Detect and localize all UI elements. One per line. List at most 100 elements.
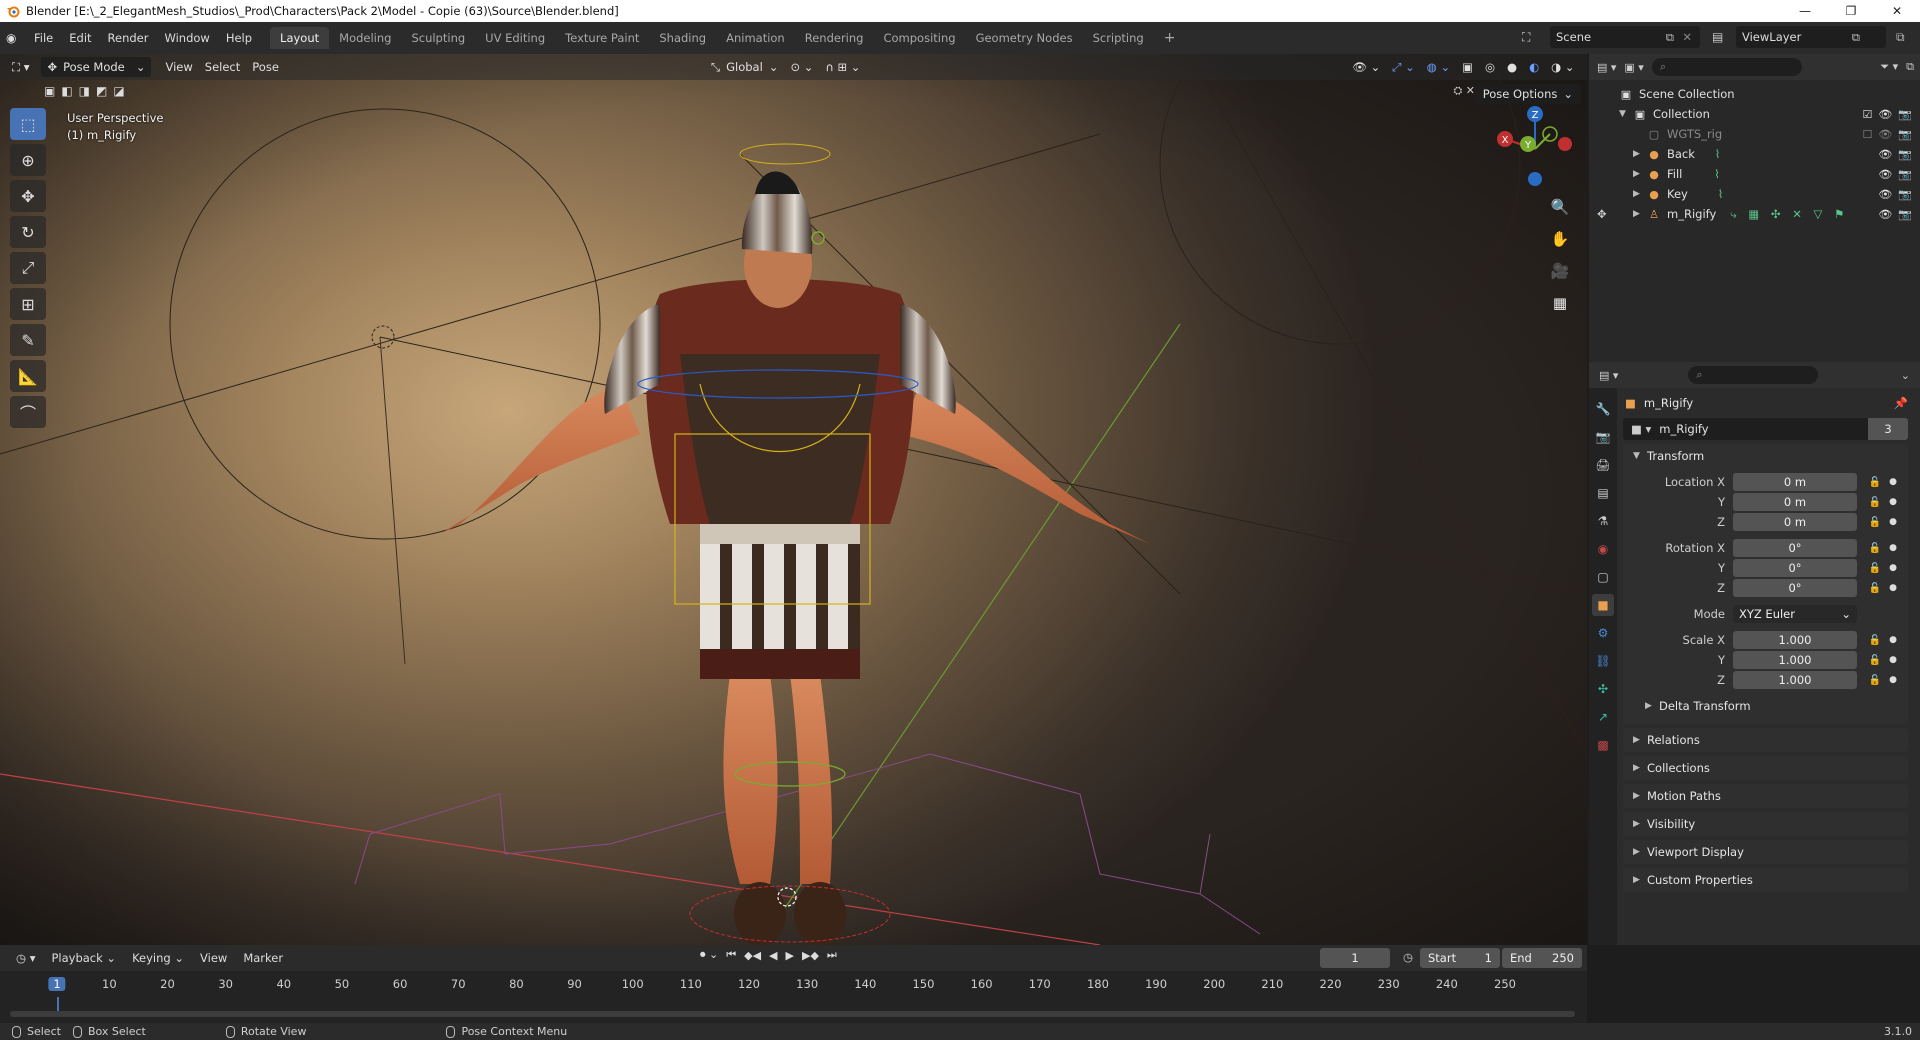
tab-rendering[interactable]: Rendering: [795, 27, 874, 49]
outliner-row-fill[interactable]: ▶ ● Fill ⌇ 👁 📷: [1589, 164, 1920, 184]
new-collection-icon[interactable]: ⧉: [1906, 60, 1914, 74]
checkbox-icon[interactable]: ☑: [1862, 108, 1872, 121]
keyframe-dot-icon[interactable]: ●: [1887, 543, 1899, 553]
pivot-icon[interactable]: ⊙ ⌄: [784, 57, 819, 77]
outliner-row-wgts-rig[interactable]: ▢ WGTS_rig ☐ 👁 📷: [1589, 124, 1920, 144]
measure-tool-icon[interactable]: 📐: [10, 360, 46, 392]
select-tool-icon[interactable]: ⬚: [10, 108, 46, 140]
next-keyframe-icon[interactable]: ▶◆: [802, 949, 819, 962]
new-view-layer-icon[interactable]: ⧉: [1852, 30, 1860, 45]
lock-icon[interactable]: 🔓: [1863, 635, 1887, 646]
tab-texture-paint[interactable]: Texture Paint: [555, 27, 649, 49]
menu-marker[interactable]: Marker: [235, 951, 291, 965]
transform-panel-header[interactable]: ▼ Transform: [1623, 444, 1908, 468]
xray-icon[interactable]: ▣: [1456, 57, 1479, 77]
location-z-field[interactable]: 0 m: [1733, 513, 1857, 531]
menu-view[interactable]: View: [159, 57, 198, 77]
play-icon[interactable]: ▶: [786, 949, 794, 962]
keyframe-dot-icon[interactable]: ●: [1887, 635, 1899, 645]
constraint-tab-icon[interactable]: ⛓: [1592, 650, 1614, 672]
camera-icon[interactable]: 📷: [1898, 128, 1912, 141]
visibility-icon[interactable]: 👁 ⌄: [1346, 57, 1386, 77]
checkbox-icon[interactable]: ☐: [1862, 128, 1872, 141]
tab-compositing[interactable]: Compositing: [873, 27, 965, 49]
camera-icon[interactable]: 🎥: [1547, 258, 1573, 284]
menu-window[interactable]: Window: [156, 31, 217, 45]
rotation-mode-select[interactable]: XYZ Euler ⌄: [1733, 605, 1857, 623]
outliner-row-back[interactable]: ▶ ● Back ⌇ 👁 📷: [1589, 144, 1920, 164]
view-layer-selector[interactable]: ViewLayer ⧉: [1736, 26, 1886, 48]
expand-arrow-icon[interactable]: ▶: [1633, 169, 1647, 179]
display-mode-icon[interactable]: ▣ ▾: [1624, 61, 1643, 74]
tab-modeling[interactable]: Modeling: [329, 27, 401, 49]
object-tab-icon[interactable]: ■: [1592, 594, 1614, 616]
tab-animation[interactable]: Animation: [716, 27, 795, 49]
delete-scene-icon[interactable]: ✕: [1682, 30, 1692, 44]
relax-tool-icon[interactable]: ⌒: [10, 396, 46, 428]
lock-icon[interactable]: 🔓: [1863, 675, 1887, 686]
menu-pose[interactable]: Pose: [246, 57, 285, 77]
menu-timeline-view[interactable]: View: [192, 951, 235, 965]
lock-icon[interactable]: 🔓: [1863, 497, 1887, 508]
location-y-field[interactable]: 0 m: [1733, 493, 1857, 511]
camera-icon[interactable]: 📷: [1898, 208, 1912, 221]
minimize-button[interactable]: —: [1782, 0, 1828, 22]
rotation-z-field[interactable]: 0°: [1733, 579, 1857, 597]
end-frame-field[interactable]: End 250: [1502, 948, 1582, 968]
chevron-down-icon[interactable]: ⌄: [1901, 369, 1910, 382]
keyframe-dot-icon[interactable]: ●: [1887, 477, 1899, 487]
pin-icon[interactable]: 📌: [1894, 396, 1908, 410]
texture-tab-icon[interactable]: ▩: [1592, 734, 1614, 756]
collection-tab-icon[interactable]: ▢: [1592, 566, 1614, 588]
expand-arrow-icon[interactable]: ▶: [1633, 189, 1647, 199]
keyframe-dot-icon[interactable]: ●: [1887, 497, 1899, 507]
menu-help[interactable]: Help: [218, 31, 260, 45]
armature-data-tab-icon[interactable]: ✣: [1592, 678, 1614, 700]
timeline-editor-icon[interactable]: ◷ ▾: [8, 951, 43, 965]
snap-icon[interactable]: ∩ ⊞ ⌄: [819, 57, 866, 77]
navigation-gizmo[interactable]: Z X Y: [1490, 104, 1580, 194]
overlays-icon[interactable]: ◍ ⌄: [1421, 57, 1456, 77]
select-mode-icons[interactable]: ▣◧◨◩◪: [44, 84, 131, 98]
pose-options-button[interactable]: Pose Options ⌄: [1474, 84, 1581, 104]
outliner-search-input[interactable]: ⌕: [1651, 58, 1802, 76]
shading-wireframe-icon[interactable]: ◎: [1479, 57, 1501, 77]
scene-tab-icon[interactable]: ⚗: [1592, 510, 1614, 532]
expand-arrow-icon[interactable]: ▼: [1619, 109, 1633, 119]
scene-selector[interactable]: Scene ⧉ ✕: [1550, 26, 1700, 48]
tab-sculpting[interactable]: Sculpting: [401, 27, 475, 49]
eye-icon[interactable]: 👁: [1878, 168, 1892, 181]
menu-keying[interactable]: Keying ⌄: [124, 951, 192, 965]
keyframe-dot-icon[interactable]: ●: [1887, 517, 1899, 527]
eye-icon[interactable]: 👁: [1878, 208, 1892, 221]
lock-icon[interactable]: 🔓: [1863, 477, 1887, 488]
timeline-scrollbar[interactable]: [10, 1011, 1575, 1017]
new-scene-icon[interactable]: ⧉: [1666, 30, 1674, 45]
keyframe-dot-icon[interactable]: ●: [1887, 675, 1899, 685]
delta-transform-subpanel[interactable]: ▶ Delta Transform: [1623, 694, 1908, 718]
start-frame-field[interactable]: Start 1: [1420, 948, 1500, 968]
shading-rendered-icon[interactable]: ◑ ⌄: [1545, 57, 1580, 77]
remove-view-layer-icon[interactable]: ⧉: [1896, 30, 1905, 45]
viewport-display-panel[interactable]: ▶ Viewport Display: [1623, 840, 1908, 864]
relations-panel[interactable]: ▶ Relations: [1623, 728, 1908, 752]
outliner-row-key[interactable]: ▶ ● Key ⌇ 👁 📷: [1589, 184, 1920, 204]
camera-icon[interactable]: 📷: [1898, 168, 1912, 181]
mode-selector[interactable]: ✥ Pose Mode ⌄: [41, 57, 152, 77]
move-tool-icon[interactable]: ✥: [10, 180, 46, 212]
outliner-row-scene-collection[interactable]: ▣ Scene Collection: [1589, 84, 1920, 104]
rotation-x-field[interactable]: 0°: [1733, 539, 1857, 557]
tool-tab-icon[interactable]: 🔧: [1592, 398, 1614, 420]
zoom-icon[interactable]: 🔍: [1547, 194, 1573, 220]
blender-menu-icon[interactable]: ◉: [6, 31, 26, 45]
output-tab-icon[interactable]: 🖨: [1592, 454, 1614, 476]
bone-tab-icon[interactable]: ↗: [1592, 706, 1614, 728]
keyframe-dot-icon[interactable]: ●: [1887, 655, 1899, 665]
view-layer-tab-icon[interactable]: ▤: [1592, 482, 1614, 504]
location-x-field[interactable]: 0 m: [1733, 473, 1857, 491]
tab-geometry-nodes[interactable]: Geometry Nodes: [966, 27, 1083, 49]
scale-x-field[interactable]: 1.000: [1733, 631, 1857, 649]
maximize-button[interactable]: ❐: [1828, 0, 1874, 22]
close-button[interactable]: ✕: [1874, 0, 1920, 22]
properties-search-input[interactable]: ⌕: [1688, 366, 1819, 384]
